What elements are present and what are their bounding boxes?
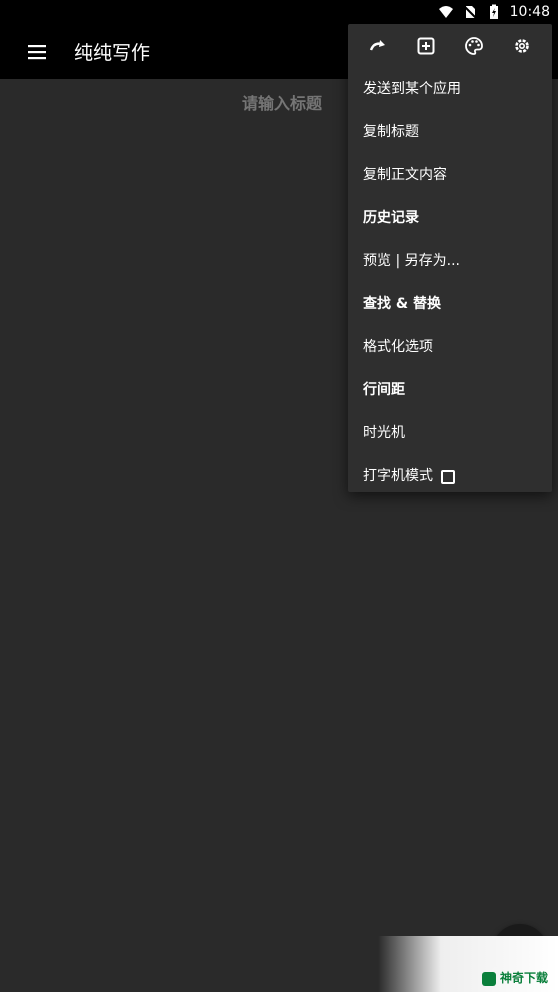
- add-box-icon[interactable]: [409, 29, 443, 63]
- menu-item-label: 格式化选项: [363, 339, 433, 355]
- menu-item-label: 复制标题: [363, 124, 419, 140]
- watermark: 神奇下载: [378, 936, 558, 992]
- menu-item-label: 预览 | 另存为...: [363, 253, 460, 269]
- menu-item-label: 打字机模式: [363, 468, 433, 484]
- overflow-menu: 发送到某个应用 复制标题 复制正文内容 历史记录 预览 | 另存为... 查找 …: [348, 24, 552, 492]
- title-input[interactable]: [190, 95, 374, 115]
- menu-item-line-spacing[interactable]: 行间距: [348, 369, 552, 412]
- menu-item-label: 时光机: [363, 425, 405, 441]
- menu-item-time-machine[interactable]: 时光机: [348, 412, 552, 455]
- menu-icon-row: [348, 24, 552, 68]
- menu-item-label: 查找 & 替换: [363, 296, 441, 312]
- wifi-icon: [438, 4, 454, 20]
- palette-icon[interactable]: [457, 29, 491, 63]
- menu-item-copy-body[interactable]: 复制正文内容: [348, 154, 552, 197]
- menu-list: 发送到某个应用 复制标题 复制正文内容 历史记录 预览 | 另存为... 查找 …: [348, 68, 552, 498]
- redo-icon[interactable]: [361, 29, 395, 63]
- menu-item-send-to-app[interactable]: 发送到某个应用: [348, 68, 552, 111]
- menu-item-label: 历史记录: [363, 210, 419, 226]
- menu-item-label: 发送到某个应用: [363, 81, 461, 97]
- menu-item-format-options[interactable]: 格式化选项: [348, 326, 552, 369]
- status-bar: 10:48: [0, 0, 558, 24]
- menu-item-label: 行间距: [363, 382, 405, 398]
- settings-gear-icon[interactable]: [505, 29, 539, 63]
- menu-item-preview-save-as[interactable]: 预览 | 另存为...: [348, 240, 552, 283]
- battery-charging-icon: [486, 4, 502, 20]
- no-sim-icon: [462, 4, 478, 20]
- typewriter-mode-checkbox[interactable]: [441, 469, 455, 484]
- menu-item-find-replace[interactable]: 查找 & 替换: [348, 283, 552, 326]
- menu-item-typewriter-mode[interactable]: 打字机模式: [348, 455, 552, 498]
- watermark-logo-icon: [481, 972, 496, 986]
- watermark-text: 神奇下载: [499, 971, 548, 985]
- hamburger-menu-icon[interactable]: [0, 24, 74, 79]
- menu-item-history[interactable]: 历史记录: [348, 197, 552, 240]
- menu-item-copy-title[interactable]: 复制标题: [348, 111, 552, 154]
- status-time: 10:48: [509, 4, 550, 20]
- menu-item-label: 复制正文内容: [363, 167, 447, 183]
- app-title: 纯纯写作: [74, 42, 151, 64]
